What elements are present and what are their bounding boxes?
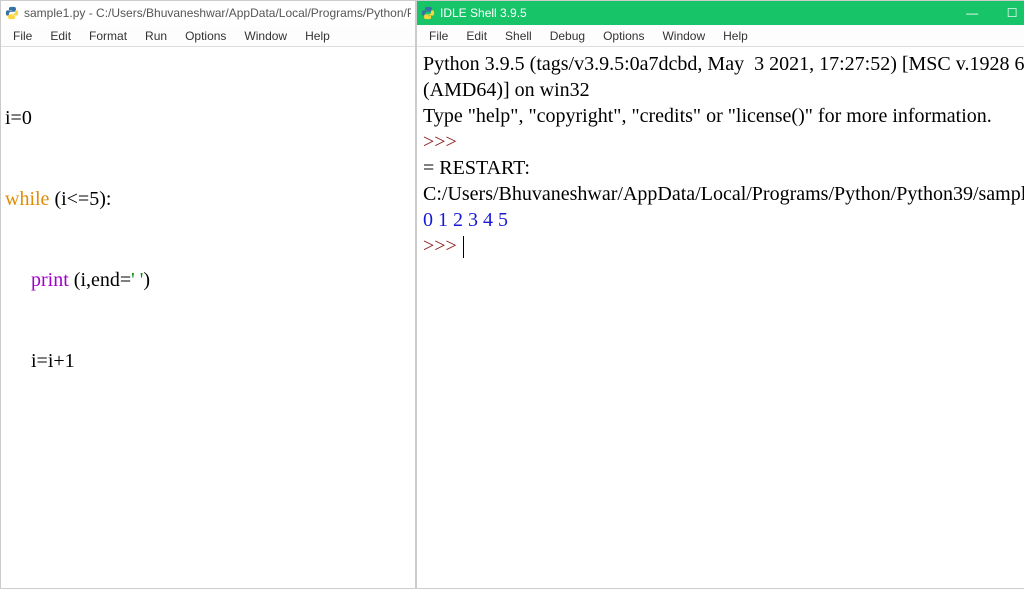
shell-menu-debug[interactable]: Debug [542,27,593,45]
menu-run[interactable]: Run [137,27,175,45]
shell-banner: Python 3.9.5 (tags/v3.9.5:0a7dcbd, May 3… [423,53,1024,127]
shell-output: 0 1 2 3 4 5 [423,209,508,231]
code-line-2: while (i<=5): [5,186,411,213]
shell-menu-edit[interactable]: Edit [458,27,495,45]
menu-help[interactable]: Help [297,27,338,45]
python-icon [5,6,19,20]
editor-titlebar: sample1.py - C:/Users/Bhuvaneshwar/AppDa… [1,1,415,25]
shell-menu-file[interactable]: File [421,27,456,45]
editor-window: sample1.py - C:/Users/Bhuvaneshwar/AppDa… [0,0,416,589]
maximize-button[interactable]: ☐ [992,1,1024,25]
shell-title: IDLE Shell 3.9.5 [440,6,527,20]
shell-text-area[interactable]: Python 3.9.5 (tags/v3.9.5:0a7dcbd, May 3… [417,47,1024,588]
text-cursor [463,236,464,258]
shell-titlebar: IDLE Shell 3.9.5 — ☐ ✕ [417,1,1024,25]
menu-edit[interactable]: Edit [42,27,79,45]
editor-title: sample1.py - C:/Users/Bhuvaneshwar/AppDa… [24,6,411,20]
code-line-3: print (i,end=' ') [5,267,411,294]
shell-prompt-2: >>> [423,235,457,257]
editor-text-area[interactable]: i=0 while (i<=5): print (i,end=' ') i=i+… [1,47,415,588]
window-controls: — ☐ ✕ [952,1,1024,25]
editor-menubar: File Edit Format Run Options Window Help [1,25,415,47]
shell-restart: = RESTART: C:/Users/Bhuvaneshwar/AppData… [423,157,1024,205]
menu-format[interactable]: Format [81,27,135,45]
shell-menu-window[interactable]: Window [654,27,713,45]
python-icon [421,6,435,20]
shell-menu-shell[interactable]: Shell [497,27,540,45]
shell-prompt: >>> [423,131,457,153]
shell-menu-options[interactable]: Options [595,27,652,45]
shell-menu-help[interactable]: Help [715,27,756,45]
shell-window: IDLE Shell 3.9.5 — ☐ ✕ File Edit Shell D… [416,0,1024,589]
code-line-1: i=0 [5,105,411,132]
menu-options[interactable]: Options [177,27,234,45]
menu-window[interactable]: Window [236,27,295,45]
menu-file[interactable]: File [5,27,40,45]
minimize-button[interactable]: — [952,1,992,25]
code-line-4: i=i+1 [5,348,411,375]
shell-menubar: File Edit Shell Debug Options Window Hel… [417,25,1024,47]
